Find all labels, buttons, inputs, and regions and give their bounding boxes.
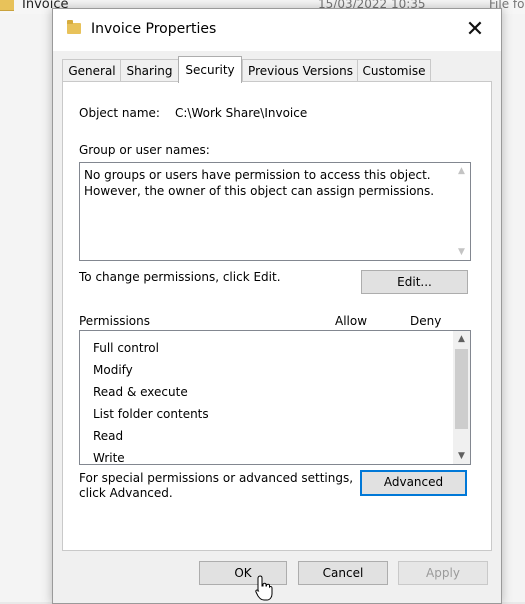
scroll-up-icon[interactable]: ▲	[453, 163, 470, 179]
cancel-button[interactable]: Cancel	[298, 561, 388, 585]
object-name-label: Object name:	[79, 106, 160, 120]
security-tab-panel: Object name: C:\Work Share\Invoice Group…	[62, 81, 492, 551]
group-names-label: Group or user names:	[79, 143, 210, 157]
scroll-up-icon[interactable]: ▲	[453, 331, 470, 347]
permission-row: Full control	[93, 341, 159, 355]
tab-previous-versions[interactable]: Previous Versions	[242, 59, 359, 82]
group-names-empty-message: No groups or users have permission to ac…	[84, 167, 444, 199]
explorer-background-left	[0, 14, 52, 602]
explorer-background-right	[500, 14, 525, 602]
permission-row: Modify	[93, 363, 133, 377]
properties-dialog: Invoice Properties ✕ General Sharing Sec…	[52, 8, 502, 604]
group-list-scrollbar[interactable]: ▲ ▼	[453, 163, 470, 260]
edit-button[interactable]: Edit...	[361, 270, 468, 294]
special-permissions-text-line-1: For special permissions or advanced sett…	[79, 471, 354, 485]
permission-row: Write	[93, 451, 125, 465]
empty-message-line-1: No groups or users have permission to ac…	[84, 168, 431, 182]
tab-security[interactable]: Security	[178, 56, 242, 83]
permissions-list[interactable]: Full control Modify Read & execute List …	[79, 330, 471, 465]
tab-label: Previous Versions	[248, 64, 353, 78]
tab-sharing[interactable]: Sharing	[120, 59, 179, 82]
tab-label: Sharing	[126, 64, 173, 78]
tab-general[interactable]: General	[62, 59, 122, 82]
close-icon: ✕	[465, 17, 485, 42]
tab-label: Customise	[362, 64, 426, 78]
tab-customise[interactable]: Customise	[357, 59, 431, 82]
tab-label: Security	[185, 63, 235, 77]
tab-label: General	[68, 64, 116, 78]
permission-row: Read	[93, 429, 124, 443]
allow-column-header: Allow	[335, 314, 368, 328]
dialog-title: Invoice Properties	[91, 21, 217, 37]
permission-row: Read & execute	[93, 385, 188, 399]
folder-icon	[67, 20, 81, 34]
group-names-list[interactable]: No groups or users have permission to ac…	[79, 162, 471, 261]
mouse-pointer-icon	[255, 575, 273, 601]
scroll-down-icon[interactable]: ▼	[453, 244, 470, 260]
permissions-header: Permissions	[79, 314, 150, 328]
title-bar[interactable]: Invoice Properties ✕	[53, 9, 501, 51]
special-permissions-text-line-2: click Advanced.	[79, 486, 173, 500]
change-permissions-text: To change permissions, click Edit.	[79, 270, 281, 284]
scroll-down-icon[interactable]: ▼	[453, 448, 470, 464]
advanced-button[interactable]: Advanced	[360, 470, 467, 496]
object-name-value: C:\Work Share\Invoice	[175, 106, 308, 120]
ok-button[interactable]: OK	[199, 561, 287, 585]
deny-column-header: Deny	[410, 314, 442, 328]
scrollbar-thumb[interactable]	[455, 349, 468, 429]
permissions-scrollbar[interactable]: ▲ ▼	[453, 331, 470, 464]
apply-button[interactable]: Apply	[398, 561, 488, 585]
close-button[interactable]: ✕	[457, 15, 493, 45]
folder-icon	[0, 0, 14, 11]
empty-message-line-2: However, the owner of this object can as…	[84, 184, 435, 198]
permission-row: List folder contents	[93, 407, 209, 421]
